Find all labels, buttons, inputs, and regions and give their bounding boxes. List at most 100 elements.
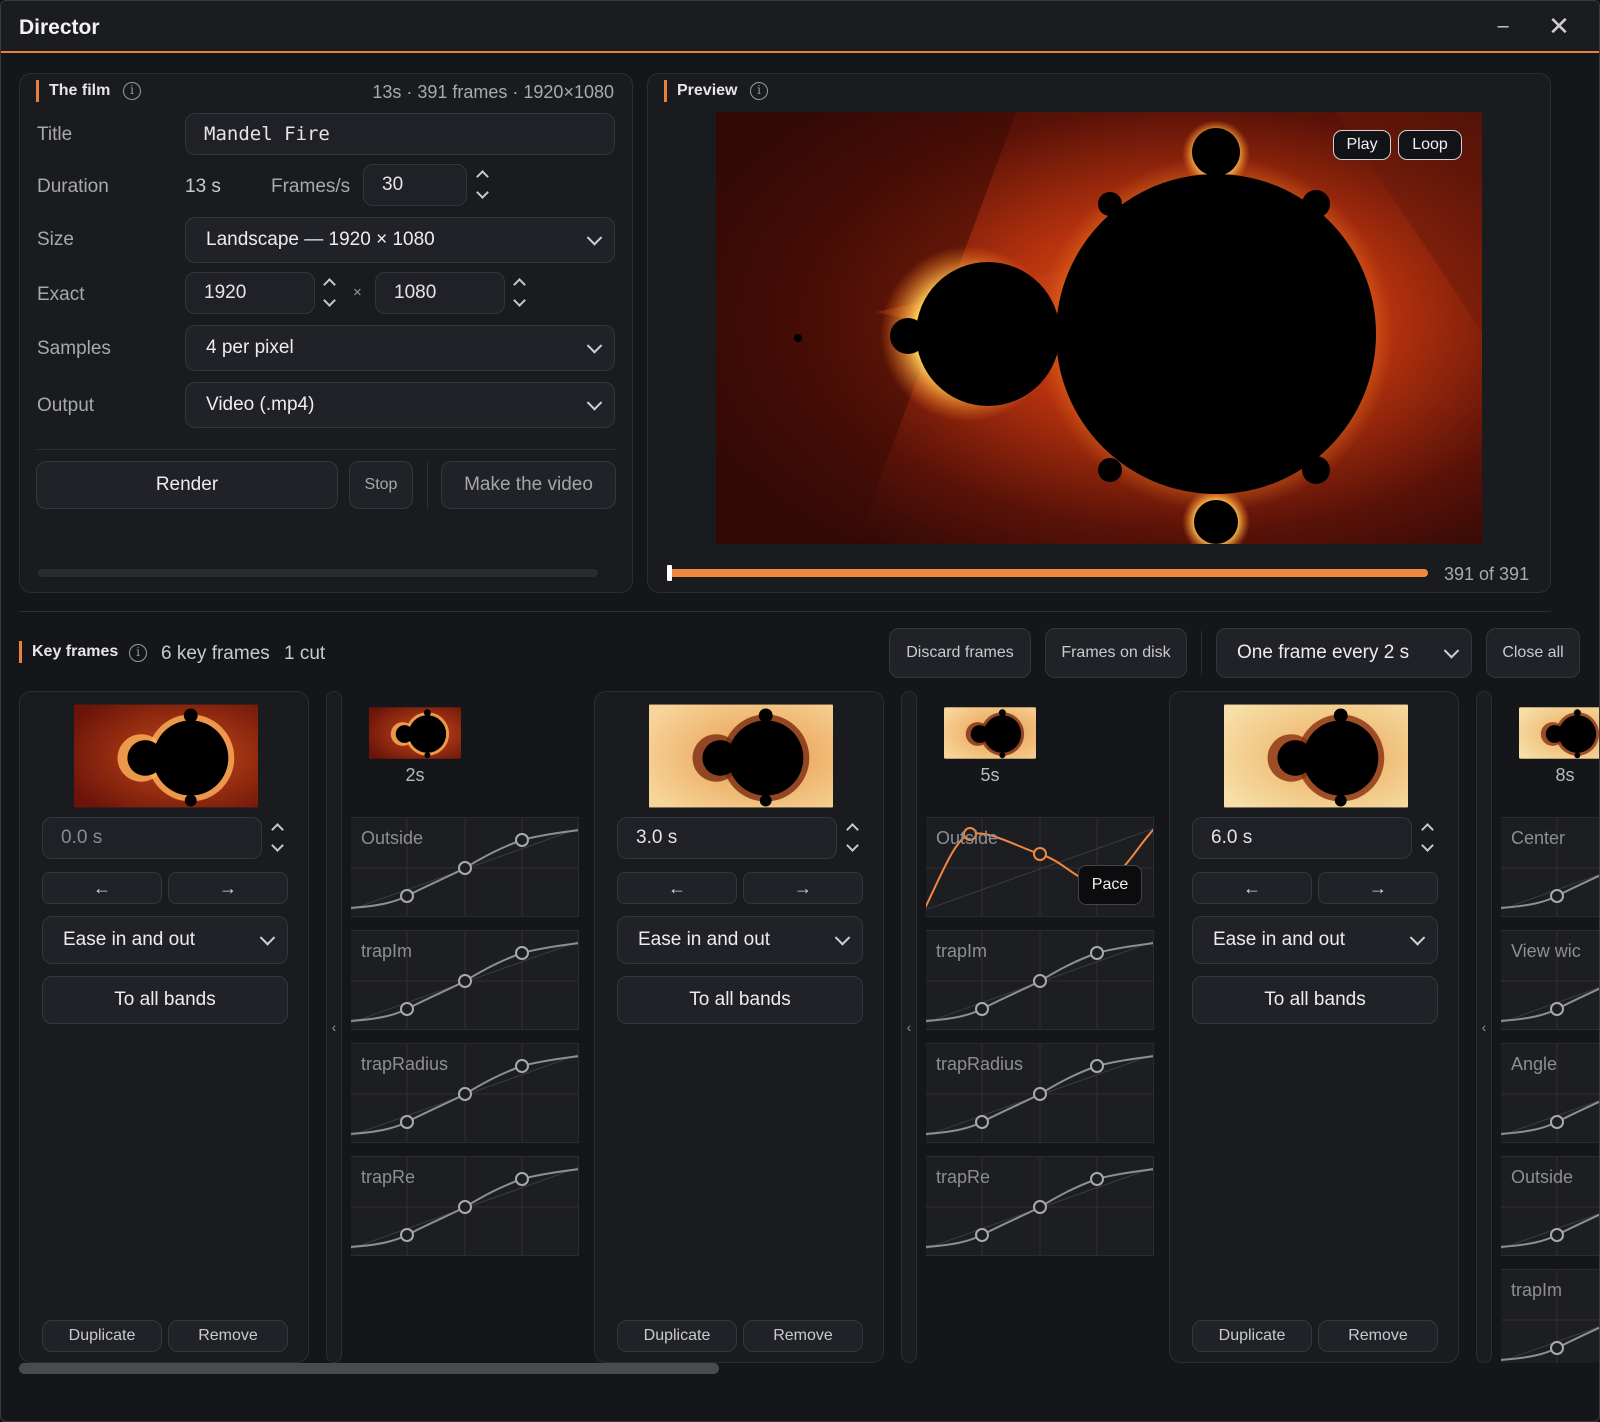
band-curve-editor[interactable]: trapRe (351, 1156, 579, 1256)
move-later-button[interactable]: → (1318, 872, 1438, 904)
band-curve-editor[interactable]: trapRadius (351, 1043, 579, 1143)
output-select[interactable]: Video (.mp4) (185, 382, 615, 428)
chevron-down-icon (271, 839, 284, 852)
fps-field[interactable]: 30 (363, 164, 467, 206)
keyframe-time-field[interactable]: 6.0 s (1192, 817, 1412, 859)
band-label: trapRe (361, 1167, 416, 1187)
band-label: View wic (1511, 941, 1581, 961)
transition-thumbnail[interactable] (944, 707, 1036, 759)
exact-height-field[interactable]: 1080 (375, 272, 505, 314)
to-all-bands-button[interactable]: To all bands (617, 976, 863, 1024)
transition-column: 8s Center View wic Angle Outside trapIm (1501, 691, 1599, 1363)
keyframe-thumbnail[interactable] (649, 704, 833, 808)
band-curve-editor[interactable]: Angle (1501, 1043, 1599, 1143)
loop-button[interactable]: Loop (1398, 130, 1462, 160)
keyframe-time-stepper[interactable] (270, 819, 288, 859)
transition-separator[interactable]: ‹ (326, 691, 342, 1363)
preview-scrubber-fill (668, 569, 1428, 577)
duplicate-button[interactable]: Duplicate (617, 1320, 737, 1352)
preview-panel: Preview i Play Loop 391 of 391 (647, 73, 1551, 593)
preview-scrubber-handle[interactable] (667, 565, 672, 581)
close-all-button[interactable]: Close all (1486, 628, 1580, 678)
samples-select[interactable]: 4 per pixel (185, 325, 615, 371)
frames-on-disk-button[interactable]: Frames on disk (1045, 628, 1187, 678)
band-curve-editor[interactable]: trapRadius (926, 1043, 1154, 1143)
transition-separator[interactable]: ‹ (1476, 691, 1492, 1363)
keyframe-strip-scrollbar[interactable] (19, 1363, 719, 1374)
close-icon[interactable]: ✕ (1541, 9, 1577, 45)
keyframe-time-stepper[interactable] (1420, 819, 1438, 859)
duplicate-button[interactable]: Duplicate (1192, 1320, 1312, 1352)
stop-button[interactable]: Stop (349, 461, 413, 509)
discard-frames-button[interactable]: Discard frames (889, 628, 1031, 678)
band-curve-editor[interactable]: trapIm (926, 930, 1154, 1030)
remove-button[interactable]: Remove (743, 1320, 863, 1352)
frame-interval-select[interactable]: One frame every 2 s (1216, 628, 1472, 678)
fps-stepper[interactable] (475, 166, 493, 206)
band-label: trapRe (936, 1167, 991, 1187)
easing-select-value: Ease in and out (63, 929, 196, 950)
keyframe-time-stepper[interactable] (845, 819, 863, 859)
band-curve-editor[interactable]: View wic (1501, 930, 1599, 1030)
move-later-button[interactable]: → (168, 872, 288, 904)
render-progress-bar (38, 569, 598, 577)
transition-separator[interactable]: ‹ (901, 691, 917, 1363)
transition-thumbnail[interactable] (1519, 707, 1599, 759)
chevron-down-icon (1421, 839, 1434, 852)
play-button[interactable]: Play (1333, 130, 1391, 160)
easing-select[interactable]: Ease in and out (1192, 916, 1438, 964)
to-all-bands-button[interactable]: To all bands (1192, 976, 1438, 1024)
exact-height-stepper[interactable] (512, 274, 530, 314)
remove-button[interactable]: Remove (1318, 1320, 1438, 1352)
exact-width-stepper[interactable] (322, 274, 340, 314)
chevron-down-icon (259, 930, 276, 946)
band-curve-editor[interactable]: trapIm (1501, 1269, 1599, 1363)
band-label: Angle (1511, 1054, 1558, 1074)
band-curve-editor[interactable]: trapIm (351, 930, 579, 1030)
band-curve-editor[interactable]: Outside (1501, 1156, 1599, 1256)
chevron-up-icon (271, 823, 284, 836)
mandelbrot-thumbnail (944, 707, 1036, 759)
keyframe-time-field[interactable]: 3.0 s (617, 817, 837, 859)
move-earlier-button[interactable]: ← (42, 872, 162, 904)
minimize-icon[interactable]: – (1485, 9, 1521, 45)
transition-thumbnail[interactable] (369, 707, 461, 759)
easing-select[interactable]: Ease in and out (42, 916, 288, 964)
chevron-down-icon (323, 294, 336, 307)
preview-info-icon[interactable]: i (750, 82, 768, 100)
chevron-up-icon (323, 278, 336, 291)
render-button[interactable]: Render (36, 461, 338, 509)
keyframe-thumbnail[interactable] (74, 704, 258, 808)
move-later-button[interactable]: → (743, 872, 863, 904)
mandelbrot-thumbnail (369, 707, 461, 759)
keyframes-info-icon[interactable]: i (129, 644, 147, 662)
chevron-down-icon (586, 230, 603, 246)
move-earlier-button[interactable]: ← (617, 872, 737, 904)
header-divider (1201, 631, 1202, 675)
easing-select[interactable]: Ease in and out (617, 916, 863, 964)
duplicate-button[interactable]: Duplicate (42, 1320, 162, 1352)
keyframe-time-field[interactable]: 0.0 s (42, 817, 262, 859)
duration-label: Duration (37, 176, 109, 197)
to-all-bands-button[interactable]: To all bands (42, 976, 288, 1024)
remove-button[interactable]: Remove (168, 1320, 288, 1352)
move-earlier-button[interactable]: ← (1192, 872, 1312, 904)
size-select[interactable]: Landscape — 1920 × 1080 (185, 217, 615, 263)
easing-select-value: Ease in and out (638, 929, 771, 950)
band-curve-editor[interactable]: trapRe (926, 1156, 1154, 1256)
film-panel: The film i 13s · 391 frames · 1920×1080 … (19, 73, 633, 593)
film-info-icon[interactable]: i (123, 82, 141, 100)
title-field[interactable]: Mandel Fire (185, 113, 615, 155)
chevron-up-icon (513, 278, 526, 291)
output-select-value: Video (.mp4) (206, 394, 315, 415)
preview-scrubber[interactable] (668, 569, 1428, 577)
keyframe-card: 3.0 s ← → Ease in and out To all bands Duplic… (594, 691, 884, 1363)
band-curve-editor[interactable]: Center (1501, 817, 1599, 917)
keyframe-card: 0.0 s ← → Ease in and out To all bands Duplic… (19, 691, 309, 1363)
exact-width-field[interactable]: 1920 (185, 272, 315, 314)
film-section-title: The film (36, 80, 110, 102)
band-curve-editor[interactable]: Outside (351, 817, 579, 917)
keyframe-thumbnail[interactable] (1224, 704, 1408, 808)
make-video-button[interactable]: Make the video (441, 461, 616, 509)
band-curve-editor[interactable]: Outside Pace (926, 817, 1154, 917)
